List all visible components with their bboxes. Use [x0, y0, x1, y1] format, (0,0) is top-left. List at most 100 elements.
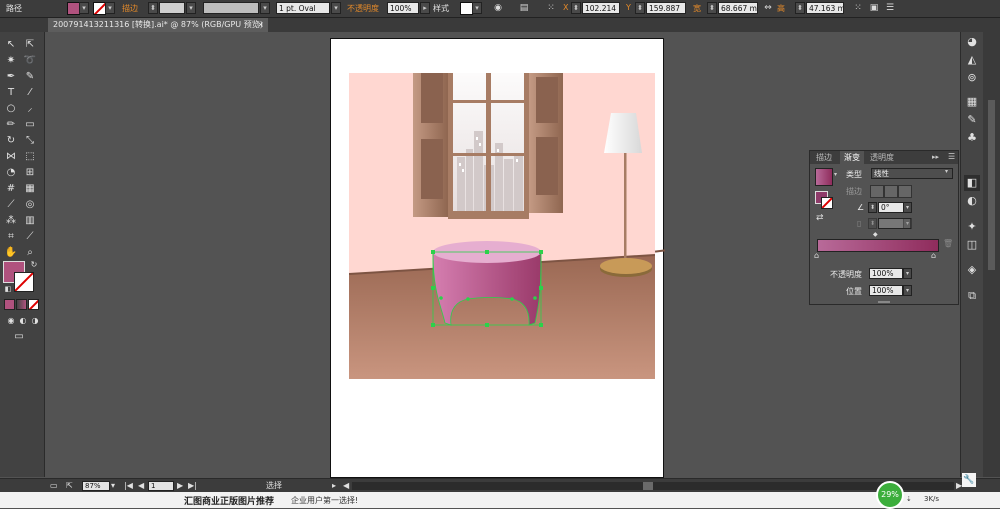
- share-icon[interactable]: ⇱: [66, 481, 73, 491]
- panel-stroke-box[interactable]: [821, 197, 833, 209]
- panel-menu-icon[interactable]: ☰: [884, 2, 896, 14]
- perspective-grid-tool-icon[interactable]: ⊞: [22, 166, 38, 180]
- y-stepper[interactable]: ⬍: [635, 2, 645, 14]
- eraser-tool-icon[interactable]: ▭: [22, 118, 38, 132]
- x-input[interactable]: 102.214: [582, 2, 620, 14]
- ellipse-tool-icon[interactable]: ○: [3, 102, 19, 116]
- transparency-icon[interactable]: ◐: [964, 193, 980, 209]
- scroll-left-icon[interactable]: ◀: [343, 481, 349, 491]
- default-colors-icon[interactable]: ◧: [0, 282, 16, 296]
- y-input[interactable]: 159.887: [646, 2, 686, 14]
- tab-gradient[interactable]: 渐变: [840, 151, 864, 164]
- gradient-stop-right[interactable]: ⌂: [931, 251, 936, 260]
- stroke-weight-stepper[interactable]: ⬍: [148, 2, 158, 14]
- magic-wand-tool-icon[interactable]: ✷: [3, 54, 19, 68]
- close-tab-icon[interactable]: ×: [257, 18, 264, 32]
- tab-transparency[interactable]: 透明度: [866, 151, 898, 164]
- rotate-tool-icon[interactable]: ↻: [3, 134, 19, 148]
- swatches-icon[interactable]: ▦: [964, 94, 980, 110]
- stop-location-input[interactable]: 100%: [869, 285, 903, 296]
- stroke-weight-dropdown[interactable]: ▾: [186, 2, 196, 14]
- symbol-sprayer-tool-icon[interactable]: ⁂: [3, 214, 19, 228]
- zoom-level-input[interactable]: 87%: [82, 481, 110, 491]
- gradient-mode-icon[interactable]: [16, 299, 27, 310]
- stroke-dropdown[interactable]: ▾: [105, 2, 115, 14]
- screen-mode-icon[interactable]: ▭: [11, 330, 27, 344]
- angle-dropdown[interactable]: ▾: [903, 202, 912, 213]
- reverse-gradient-icon[interactable]: ⇄: [816, 213, 824, 223]
- next-artboard-icon[interactable]: ▶: [177, 481, 183, 491]
- angle-stepper[interactable]: ⬍: [868, 202, 877, 213]
- midpoint-diamond[interactable]: ◆: [873, 231, 878, 238]
- opacity-dropdown[interactable]: ▸: [420, 2, 430, 14]
- variable-width-profile[interactable]: [203, 2, 259, 14]
- gradient-thumbnail[interactable]: [815, 168, 833, 186]
- type-tool-icon[interactable]: T: [3, 86, 19, 100]
- align-icon[interactable]: ▤: [518, 2, 530, 14]
- style-dropdown[interactable]: ▾: [472, 2, 482, 14]
- delete-stop-icon[interactable]: 🗑: [943, 239, 953, 248]
- last-artboard-icon[interactable]: ▶|: [188, 481, 197, 491]
- tab-stroke[interactable]: 描边: [812, 151, 836, 164]
- reference-point-icon[interactable]: ⁙: [545, 2, 557, 14]
- rotate-view-icon[interactable]: ▭: [50, 481, 58, 491]
- layers-icon[interactable]: ◈: [964, 262, 980, 278]
- artboard-tool-icon[interactable]: ⌗: [3, 230, 19, 244]
- brushes-icon[interactable]: ✎: [964, 112, 980, 128]
- stop-opacity-dropdown[interactable]: ▾: [903, 268, 912, 279]
- none-mode-icon[interactable]: [28, 299, 39, 310]
- scale-tool-icon[interactable]: ⤡: [22, 134, 38, 148]
- gradient-tool-icon[interactable]: ▦: [22, 182, 38, 196]
- swap-fill-stroke-icon[interactable]: ↻: [26, 258, 42, 272]
- prev-artboard-icon[interactable]: ◀: [138, 481, 144, 491]
- mesh-tool-icon[interactable]: #: [3, 182, 19, 196]
- gradient-presets-dropdown[interactable]: ▾: [834, 171, 837, 178]
- draw-inside-icon[interactable]: ◑: [27, 314, 43, 328]
- stop-location-dropdown[interactable]: ▾: [903, 285, 912, 296]
- artboards-icon[interactable]: ⧉: [964, 288, 980, 304]
- document-tab[interactable]: 200791413211316 [转换].ai* @ 87% (RGB/GPU …: [48, 18, 268, 32]
- zoom-dropdown-icon[interactable]: ▾: [111, 481, 115, 491]
- ad-headline[interactable]: 汇图商业正版图片推荐: [184, 494, 274, 507]
- brush-definition[interactable]: 1 pt. Oval: [276, 2, 330, 14]
- stroke-weight-input[interactable]: [159, 2, 185, 14]
- gradient-type-select[interactable]: 线性: [871, 168, 953, 179]
- appearance-icon[interactable]: ⊚: [964, 70, 980, 86]
- pencil-tool-icon[interactable]: ✏: [3, 118, 19, 132]
- artboard-number-input[interactable]: 1: [148, 481, 174, 491]
- color-mode-icon[interactable]: [4, 299, 15, 310]
- height-input[interactable]: 47.163 mm: [806, 2, 844, 14]
- transform-icon[interactable]: ⁙: [852, 2, 864, 14]
- fill-dropdown[interactable]: ▾: [79, 2, 89, 14]
- direct-selection-tool-icon[interactable]: ⇱: [22, 38, 38, 52]
- type-dropdown-icon[interactable]: ▾: [945, 168, 948, 175]
- shape-builder-tool-icon[interactable]: ◔: [3, 166, 19, 180]
- stroke-color-box[interactable]: [14, 272, 34, 292]
- graphic-styles-icon[interactable]: ✦: [964, 219, 980, 235]
- gradient-panel-icon[interactable]: ◧: [964, 175, 980, 191]
- free-transform-tool-icon[interactable]: ⬚: [22, 150, 38, 164]
- horizontal-scroll-thumb[interactable]: [643, 482, 653, 490]
- slice-tool-icon[interactable]: ⟋: [22, 230, 38, 244]
- pen-tool-icon[interactable]: ✒: [3, 70, 19, 84]
- constrain-proportions-icon[interactable]: ⇔: [762, 2, 774, 14]
- panel-options-icon[interactable]: ☰: [948, 152, 955, 161]
- status-menu-icon[interactable]: ▸: [332, 481, 336, 491]
- color-guide-icon[interactable]: ◭: [964, 52, 980, 68]
- curvature-tool-icon[interactable]: ✎: [22, 70, 38, 84]
- line-tool-icon[interactable]: ⁄: [22, 86, 38, 100]
- horizontal-scrollbar[interactable]: [352, 482, 954, 490]
- isolate-icon[interactable]: ▣: [868, 2, 880, 14]
- x-stepper[interactable]: ⬍: [571, 2, 581, 14]
- hand-tool-icon[interactable]: ✋: [3, 246, 19, 260]
- eyedropper-tool-icon[interactable]: ⟋: [3, 198, 19, 212]
- first-artboard-icon[interactable]: |◀: [124, 481, 133, 491]
- color-panel-icon[interactable]: ◕: [964, 34, 980, 50]
- image-trace-icon[interactable]: ◫: [964, 237, 980, 253]
- brush-dropdown[interactable]: ▾: [331, 2, 341, 14]
- panel-resize-grip[interactable]: [878, 301, 890, 303]
- width-stepper[interactable]: ⬍: [707, 2, 717, 14]
- vertical-scroll-thumb[interactable]: [988, 100, 995, 270]
- collapse-panel-icon[interactable]: ▸▸: [932, 153, 939, 161]
- opacity-input[interactable]: 100%: [387, 2, 419, 14]
